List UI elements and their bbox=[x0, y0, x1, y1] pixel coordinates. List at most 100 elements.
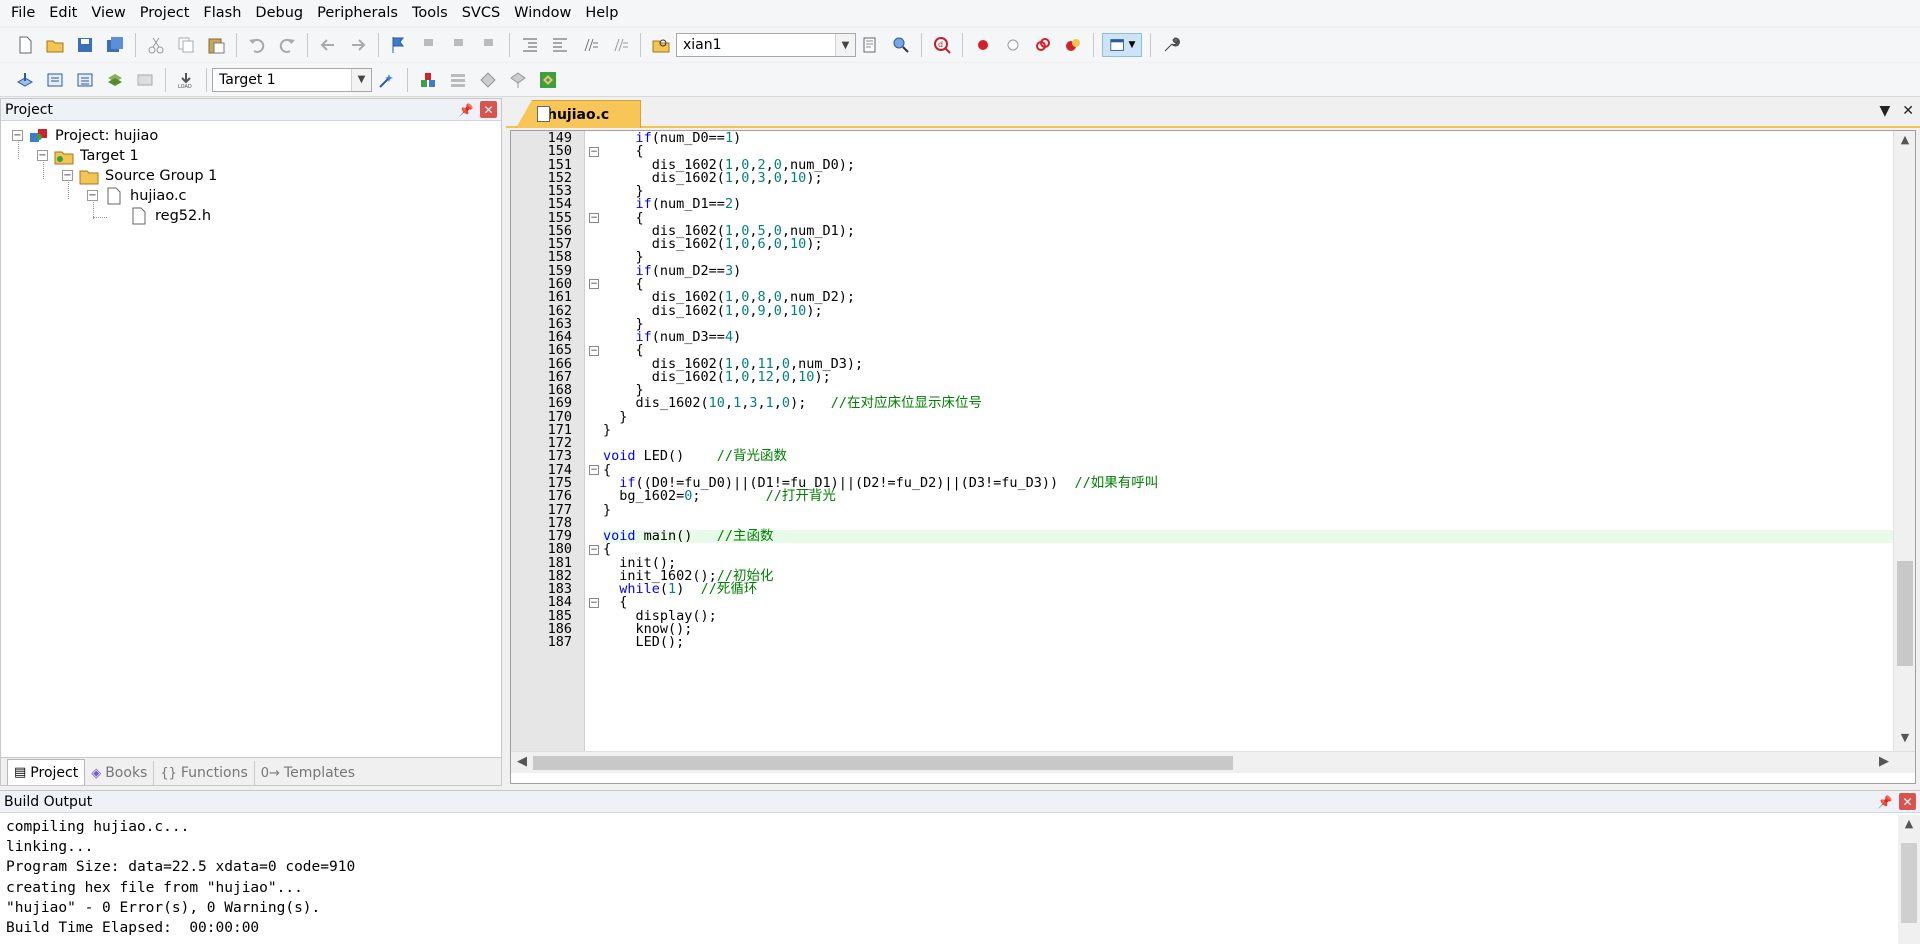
pack-installer-icon[interactable] bbox=[536, 68, 560, 92]
menu-svcs[interactable]: SVCS bbox=[455, 0, 507, 26]
tab-list-icon[interactable]: ▼ bbox=[1879, 103, 1890, 119]
rebuild-icon[interactable] bbox=[73, 68, 97, 92]
chevron-down-icon[interactable]: ▼ bbox=[351, 68, 371, 91]
code-line[interactable]: } bbox=[603, 503, 1895, 517]
scroll-down-icon[interactable]: ▼ bbox=[1894, 731, 1915, 749]
code-line[interactable]: } bbox=[603, 251, 1895, 265]
fold-toggle-icon[interactable]: − bbox=[589, 213, 599, 224]
undo-icon[interactable] bbox=[245, 33, 269, 57]
code-line[interactable]: dis_1602(1,0,6,0,10); bbox=[603, 237, 1895, 251]
fold-toggle-icon[interactable]: − bbox=[589, 146, 599, 157]
collapse-icon[interactable]: − bbox=[12, 130, 23, 141]
menu-edit[interactable]: Edit bbox=[42, 0, 84, 26]
disable-breakpoint-icon[interactable] bbox=[1001, 33, 1025, 57]
code-line[interactable] bbox=[603, 437, 1895, 450]
menu-project[interactable]: Project bbox=[133, 0, 197, 26]
save-all-icon[interactable] bbox=[103, 33, 127, 57]
vertical-scrollbar[interactable]: ▲ ▼ bbox=[1893, 131, 1915, 751]
target-options-icon[interactable] bbox=[375, 68, 399, 92]
tab-templates[interactable]: 0→ Templates bbox=[255, 761, 361, 785]
code-line[interactable]: while(1) //死循环 bbox=[603, 582, 1895, 596]
cut-icon[interactable] bbox=[144, 33, 168, 57]
find-combobox[interactable]: xian1 ▼ bbox=[676, 33, 856, 57]
manage-rte-icon[interactable] bbox=[506, 68, 530, 92]
code-line[interactable]: } bbox=[603, 184, 1895, 198]
code-editor[interactable]: 149 150 151 152 153 154 155 156 157 158 159 160 161 1… bbox=[510, 130, 1916, 784]
scroll-up-icon[interactable]: ▲ bbox=[1894, 133, 1915, 151]
close-icon[interactable]: ✕ bbox=[1899, 793, 1916, 810]
scroll-thumb[interactable] bbox=[1897, 561, 1913, 666]
code-line[interactable]: } bbox=[603, 423, 1895, 437]
code-line[interactable]: } bbox=[603, 410, 1895, 424]
code-line[interactable]: void LED() //背光函数 bbox=[603, 450, 1895, 464]
close-tab-icon[interactable]: ✕ bbox=[1902, 103, 1914, 119]
close-icon[interactable]: ✕ bbox=[480, 101, 497, 118]
fold-toggle-icon[interactable]: − bbox=[589, 465, 599, 476]
code-text[interactable]: if(num_D0==1) { dis_1602(1,0,2,0,num_D0)… bbox=[603, 131, 1895, 751]
code-line[interactable]: dis_1602(1,0,9,0,10); bbox=[603, 304, 1895, 318]
find-in-files-icon[interactable] bbox=[649, 33, 673, 57]
code-line[interactable]: LED(); bbox=[603, 635, 1895, 649]
code-line[interactable]: dis_1602(1,0,3,0,10); bbox=[603, 171, 1895, 185]
batch-build-icon[interactable] bbox=[103, 68, 127, 92]
code-line[interactable]: know(); bbox=[603, 622, 1895, 636]
collapse-icon[interactable]: − bbox=[37, 150, 48, 161]
code-line[interactable]: bg_1602=0; //打开背光 bbox=[603, 489, 1895, 503]
code-line[interactable]: init(); bbox=[603, 556, 1895, 570]
indent-icon[interactable] bbox=[518, 33, 542, 57]
open-folder-icon[interactable] bbox=[43, 33, 67, 57]
menu-peripherals[interactable]: Peripherals bbox=[310, 0, 405, 26]
redo-icon[interactable] bbox=[275, 33, 299, 57]
scroll-thumb[interactable] bbox=[533, 756, 1233, 770]
vertical-scrollbar[interactable]: ▲ bbox=[1898, 815, 1920, 944]
collapse-icon[interactable]: − bbox=[87, 190, 98, 201]
code-line[interactable]: void main() //主函数 bbox=[603, 529, 1895, 544]
incremental-find-icon[interactable] bbox=[889, 33, 913, 57]
uncomment-icon[interactable] bbox=[608, 33, 632, 57]
code-line[interactable]: init_1602();//初始化 bbox=[603, 569, 1895, 583]
file-extensions-icon[interactable] bbox=[446, 68, 470, 92]
kill-all-breakpoints-icon[interactable] bbox=[1061, 33, 1085, 57]
tab-functions[interactable]: {} Functions bbox=[154, 761, 255, 785]
code-line[interactable]: dis_1602(10,1,3,1,0); //在对应床位显示床位号 bbox=[603, 397, 1895, 411]
comment-icon[interactable] bbox=[578, 33, 602, 57]
manage-components-icon[interactable] bbox=[416, 68, 440, 92]
code-line[interactable]: display(); bbox=[603, 609, 1895, 623]
scroll-thumb[interactable] bbox=[1901, 843, 1917, 923]
code-line[interactable]: { bbox=[603, 542, 1895, 556]
nav-back-icon[interactable] bbox=[316, 33, 340, 57]
next-bookmark-icon[interactable] bbox=[447, 33, 471, 57]
editor-tab-hujiao[interactable]: hujiao.c bbox=[516, 100, 641, 128]
target-select[interactable]: Target 1 ▼ bbox=[212, 67, 372, 92]
code-line[interactable]: if(num_D1==2) bbox=[603, 197, 1895, 211]
tab-books[interactable]: ◈ Books bbox=[85, 761, 155, 785]
scroll-left-icon[interactable]: ◀ bbox=[517, 754, 527, 769]
unindent-icon[interactable] bbox=[548, 33, 572, 57]
find-icon[interactable] bbox=[859, 33, 883, 57]
code-line[interactable]: dis_1602(1,0,12,0,10); bbox=[603, 370, 1895, 384]
download-load-icon[interactable]: LOAD bbox=[174, 68, 198, 92]
save-icon[interactable] bbox=[73, 33, 97, 57]
code-line[interactable]: if(num_D0==1) bbox=[603, 131, 1895, 145]
collapse-icon[interactable]: − bbox=[62, 170, 73, 181]
build-icon[interactable] bbox=[43, 68, 67, 92]
bookmark-icon[interactable] bbox=[387, 33, 411, 57]
disable-all-breakpoints-icon[interactable] bbox=[1031, 33, 1055, 57]
code-line[interactable] bbox=[603, 517, 1895, 530]
pin-icon[interactable]: 📌 bbox=[458, 102, 474, 118]
menu-window[interactable]: Window bbox=[507, 0, 578, 26]
code-line[interactable]: if(num_D2==3) bbox=[603, 264, 1895, 278]
breakpoint-icon[interactable] bbox=[971, 33, 995, 57]
fold-toggle-icon[interactable]: − bbox=[589, 345, 599, 356]
menu-help[interactable]: Help bbox=[578, 0, 625, 26]
menu-tools[interactable]: Tools bbox=[405, 0, 455, 26]
scroll-up-icon[interactable]: ▲ bbox=[1898, 817, 1920, 830]
scroll-right-icon[interactable]: ▶ bbox=[1879, 754, 1889, 769]
code-line[interactable]: { bbox=[603, 596, 1895, 610]
horizontal-scrollbar[interactable]: ◀ ▶ bbox=[511, 751, 1915, 773]
stop-build-icon[interactable] bbox=[133, 68, 157, 92]
code-line[interactable]: } bbox=[603, 317, 1895, 331]
menu-file[interactable]: File bbox=[4, 0, 42, 26]
menu-flash[interactable]: Flash bbox=[196, 0, 248, 26]
copy-icon[interactable] bbox=[174, 33, 198, 57]
